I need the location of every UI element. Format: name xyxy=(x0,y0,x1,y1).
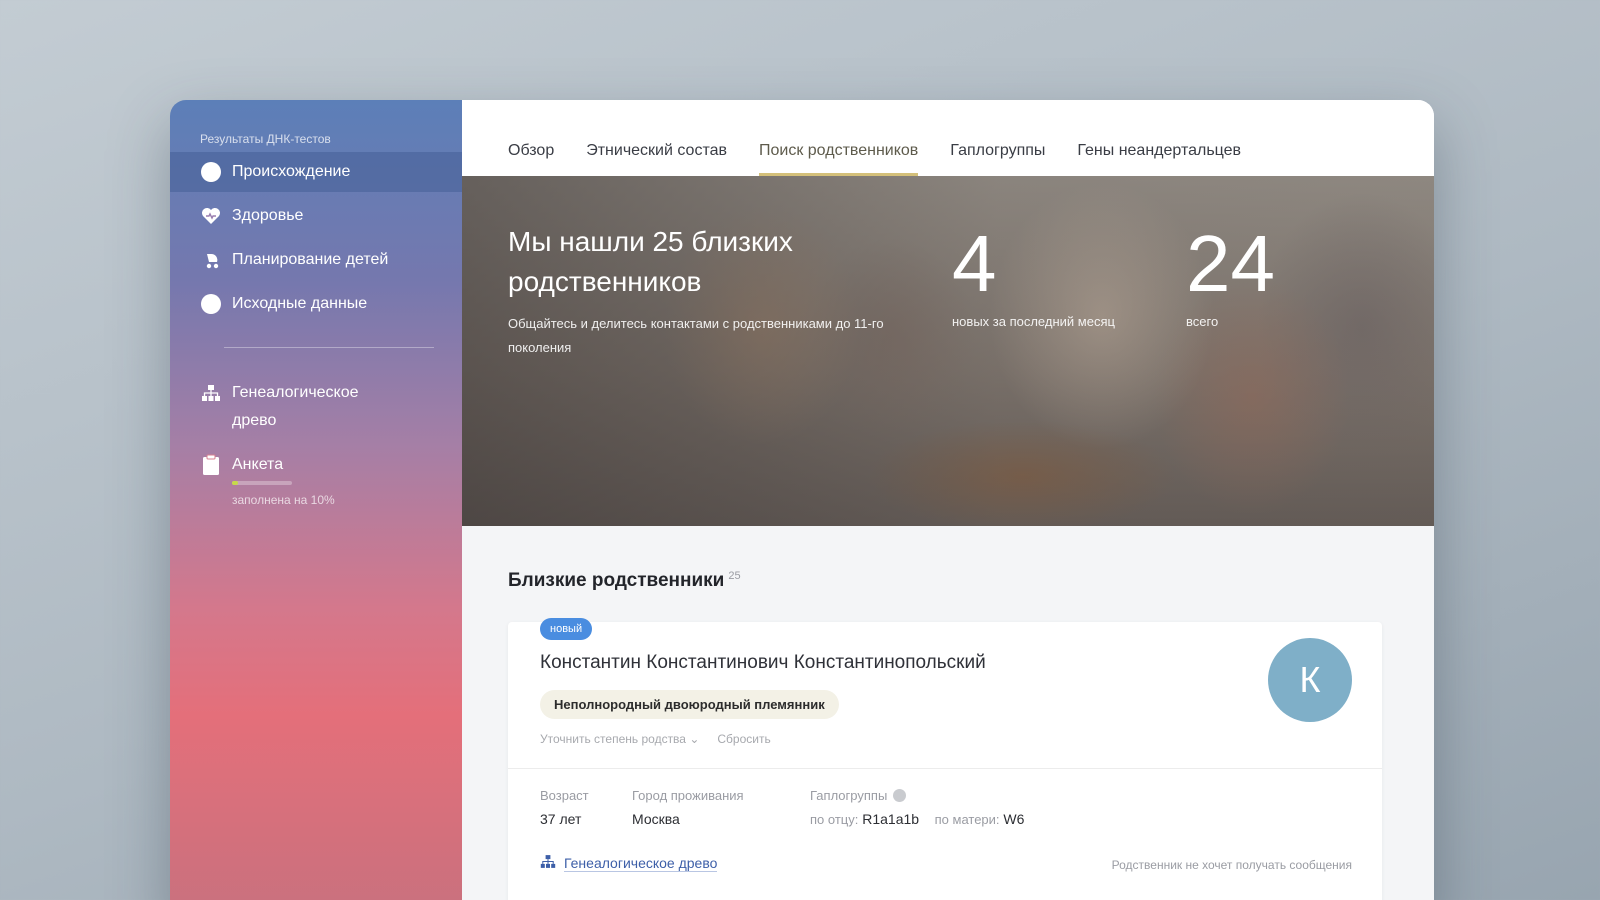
tab-relatives-search[interactable]: Поиск родственников xyxy=(759,142,919,176)
haplogroups-field: Гаплогруппы по отцу: R1a1a1b по матери: … xyxy=(810,788,1024,827)
family-tree-icon xyxy=(540,854,556,872)
sidebar-divider xyxy=(224,347,434,348)
relation-actions: Уточнить степень родства ⌄ Сбросить xyxy=(540,732,771,746)
family-tree-icon xyxy=(200,382,222,404)
tab-neanderthal-genes[interactable]: Гены неандертальцев xyxy=(1077,142,1241,176)
sidebar-item-source-data[interactable]: Исходные данные xyxy=(170,284,462,324)
stroller-icon xyxy=(200,249,222,271)
reset-link[interactable]: Сбросить xyxy=(717,732,770,746)
circle-icon xyxy=(200,293,222,315)
sidebar-item-label: Планирование детей xyxy=(232,251,389,268)
refine-relation-link[interactable]: Уточнить степень родства ⌄ xyxy=(540,732,699,746)
relative-name[interactable]: Константин Константинович Константинопол… xyxy=(540,652,986,674)
section-title: Близкие родственники 25 xyxy=(508,570,741,592)
hero-banner: Мы нашли 25 близких родственников Общайт… xyxy=(462,176,1434,526)
tab-overview[interactable]: Обзор xyxy=(508,142,554,176)
relative-card[interactable]: новый Константин Константинович Констант… xyxy=(508,618,1382,900)
help-icon[interactable] xyxy=(893,789,907,802)
sidebar-item-label: Происхождение xyxy=(232,163,351,180)
relation-chip: Неполнородный двоюродный племянник xyxy=(540,690,839,719)
sidebar-item-origin[interactable]: Происхождение xyxy=(170,152,462,192)
card-divider xyxy=(508,768,1382,769)
heart-icon xyxy=(200,205,222,227)
city-value: Москва xyxy=(632,811,680,827)
sidebar-item-label: Анкета xyxy=(232,456,284,473)
stat-total-label: всего xyxy=(1186,314,1219,329)
paternal-label: по отцу: xyxy=(810,812,859,827)
stat-new-label: новых за последний месяц xyxy=(952,314,1115,329)
chevron-down-icon: ⌄ xyxy=(689,732,700,746)
age-value: 37 лет xyxy=(540,811,582,827)
hero-title: Мы нашли 25 близких родственников xyxy=(508,226,793,297)
main-content: Обзор Этнический состав Поиск родственни… xyxy=(462,100,1434,900)
section-count: 25 xyxy=(728,570,741,582)
haplogroups-values: по отцу: R1a1a1b по матери: W6 xyxy=(810,811,1024,827)
city-label: Город проживания xyxy=(632,788,744,803)
tab-bar: Обзор Этнический состав Поиск родственни… xyxy=(462,100,1434,176)
hero-description: Общайтесь и делитесь контактами с родств… xyxy=(508,316,884,355)
circle-icon xyxy=(200,161,222,183)
stat-new-value: 4 xyxy=(952,219,997,308)
sidebar-item-label: Здоровье xyxy=(232,207,304,224)
new-badge: новый xyxy=(540,618,593,640)
stat-total-value: 24 xyxy=(1186,219,1275,308)
maternal-label: по матери: xyxy=(934,812,1000,827)
sidebar: Результаты ДНК-тестов Происхождение Здор… xyxy=(170,100,462,900)
city-field: Город проживания Москва xyxy=(632,788,744,827)
clipboard-icon xyxy=(200,454,222,476)
sidebar-item-label: Исходные данные xyxy=(232,295,368,312)
sidebar-title: Результаты ДНК-тестов xyxy=(200,132,331,146)
avatar[interactable]: К xyxy=(1268,638,1352,722)
tab-haplogroups[interactable]: Гаплогруппы xyxy=(950,142,1045,176)
app-window: Результаты ДНК-тестов Происхождение Здор… xyxy=(170,100,1434,900)
family-tree-link-label: Генеалогическое древо xyxy=(564,854,718,872)
sidebar-item-family-planning[interactable]: Планирование детей xyxy=(170,240,462,280)
haplogroups-label-text: Гаплогруппы xyxy=(810,788,888,803)
sidebar-item-health[interactable]: Здоровье xyxy=(170,196,462,236)
sidebar-item-family-tree[interactable]: Генеалогическое древо xyxy=(200,382,402,435)
age-field: Возраст 37 лет xyxy=(540,788,589,827)
questionnaire-status: заполнена на 10% xyxy=(232,493,335,507)
age-label: Возраст xyxy=(540,788,589,803)
sidebar-item-label: Генеалогическое древо xyxy=(232,384,359,429)
tab-ethnicity[interactable]: Этнический состав xyxy=(586,142,727,176)
paternal-value: R1a1a1b xyxy=(862,811,920,827)
section-title-text: Близкие родственники xyxy=(508,570,725,591)
family-tree-link[interactable]: Генеалогическое древо xyxy=(540,854,718,872)
haplogroups-label: Гаплогруппы xyxy=(810,788,1024,803)
maternal-value: W6 xyxy=(1003,811,1025,827)
refine-relation-label: Уточнить степень родства xyxy=(540,732,686,746)
no-messages-note: Родственник не хочет получать сообщения xyxy=(1111,858,1352,872)
sidebar-item-questionnaire[interactable]: Анкета заполнена на 10% xyxy=(200,454,402,507)
questionnaire-progress-fill xyxy=(232,481,238,485)
questionnaire-progress xyxy=(232,481,292,485)
